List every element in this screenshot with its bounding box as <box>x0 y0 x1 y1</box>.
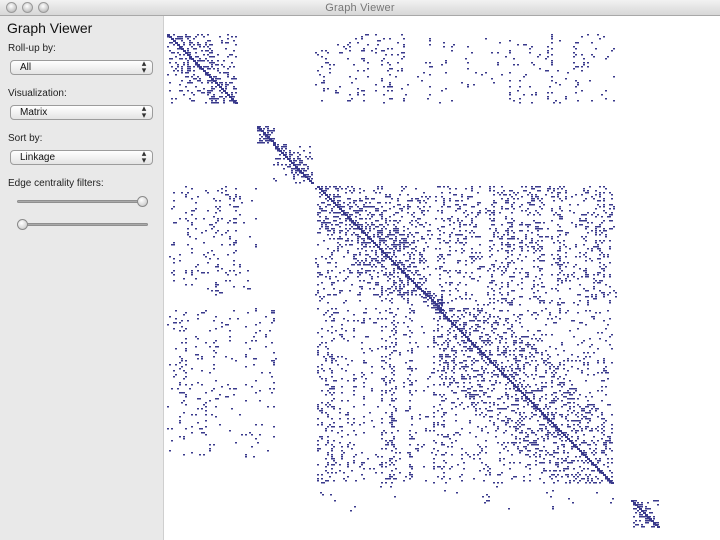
select-arrows-icon: ▴ ▾ <box>141 103 147 120</box>
sort-label: Sort by: <box>8 133 43 144</box>
rollup-value: All <box>20 62 32 73</box>
select-arrows-icon: ▴ ▾ <box>141 58 147 75</box>
visualization-select[interactable]: Matrix ▴ ▾ <box>10 103 153 120</box>
min-centrality-thumb[interactable] <box>17 219 28 230</box>
min-centrality-slider[interactable] <box>17 219 148 230</box>
sidebar-title: Graph Viewer <box>7 20 93 36</box>
window-titlebar: Graph Viewer <box>0 0 720 16</box>
rollup-select[interactable]: All ▴ ▾ <box>10 58 153 75</box>
max-centrality-thumb[interactable] <box>137 196 148 207</box>
visualization-label: Visualization: <box>8 88 67 99</box>
sort-value: Linkage <box>20 152 56 163</box>
window-title: Graph Viewer <box>325 2 395 14</box>
select-arrows-icon: ▴ ▾ <box>141 148 147 165</box>
sidebar: Graph Viewer Roll-up by: All ▴ ▾ Visualiz… <box>0 16 164 540</box>
sort-select[interactable]: Linkage ▴ ▾ <box>10 148 153 165</box>
visualization-value: Matrix <box>20 107 48 118</box>
adjacency-matrix[interactable] <box>165 16 720 540</box>
edge-filters-label: Edge centrality filters: <box>8 178 104 189</box>
rollup-label: Roll-up by: <box>8 43 56 54</box>
max-centrality-slider[interactable] <box>17 196 148 207</box>
matrix-view[interactable] <box>165 16 720 540</box>
